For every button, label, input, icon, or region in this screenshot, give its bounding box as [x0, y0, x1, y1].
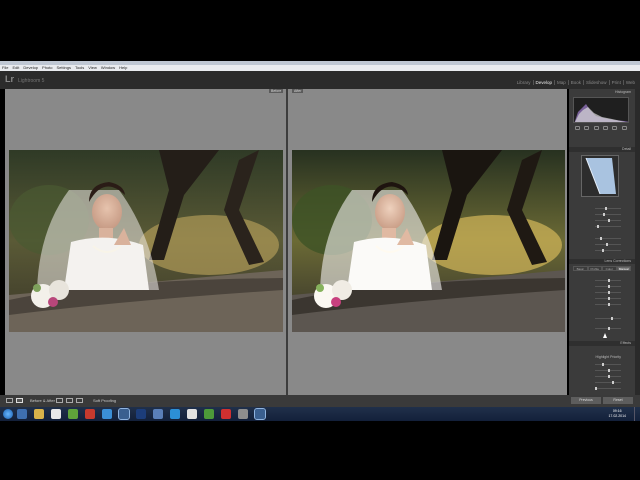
lens-tabs: Basic Profile Color Manual: [573, 266, 631, 271]
post-crop-roundness-slider[interactable]: [575, 375, 629, 378]
system-clock[interactable]: 09:16 17.02.2014: [608, 409, 626, 419]
effects-section-header[interactable]: Effects: [569, 341, 635, 346]
loupe-view-icon[interactable]: [6, 398, 13, 403]
word-icon[interactable]: [153, 409, 163, 419]
opera-icon[interactable]: [221, 409, 231, 419]
opera-like-icon[interactable]: [85, 409, 95, 419]
mouse-cursor: [603, 333, 607, 338]
rotate-slider[interactable]: [575, 297, 629, 300]
module-map[interactable]: Map: [554, 80, 568, 85]
crop-tool-icon[interactable]: [575, 126, 581, 130]
show-desktop-button[interactable]: [634, 407, 640, 421]
lens-section-header[interactable]: Lens Corrections: [569, 259, 635, 264]
ie-icon[interactable]: [17, 409, 27, 419]
chrome-icon[interactable]: [204, 409, 214, 419]
red-eye-icon[interactable]: [593, 126, 599, 130]
post-crop-amount-slider[interactable]: [575, 363, 629, 366]
noise-detail-slider[interactable]: [575, 243, 629, 246]
utorrent-icon[interactable]: [68, 409, 78, 419]
effects-title: Effects: [620, 341, 631, 345]
module-print[interactable]: Print: [608, 80, 623, 85]
tool-strip: [573, 126, 629, 131]
module-library[interactable]: Library: [515, 80, 533, 85]
detail-title: Detail: [622, 147, 631, 151]
histogram: [573, 97, 629, 123]
previous-button[interactable]: Previous: [571, 397, 601, 404]
module-slideshow[interactable]: Slideshow: [583, 80, 609, 85]
scale-slider[interactable]: [575, 303, 629, 306]
tab-manual[interactable]: Manual: [616, 266, 631, 271]
sharpen-masking-slider[interactable]: [575, 225, 629, 228]
before-after-view-icon[interactable]: [16, 398, 23, 403]
compare-view: Before After: [5, 89, 567, 395]
detail-section-header[interactable]: Detail: [569, 147, 635, 152]
develop-right-panel: Histogram Detail Lens Corrections Basic …: [569, 89, 635, 395]
module-develop[interactable]: Develop: [532, 80, 555, 85]
noise-color-slider[interactable]: [575, 249, 629, 252]
vignette-midpoint-slider[interactable]: [575, 327, 629, 330]
post-crop-feather-slider[interactable]: [575, 381, 629, 384]
notepad-icon[interactable]: [187, 409, 197, 419]
lightroom-task-icon[interactable]: [118, 408, 130, 420]
graduated-filter-icon[interactable]: [603, 126, 609, 130]
before-photo[interactable]: [9, 150, 283, 332]
spot-removal-icon[interactable]: [584, 126, 590, 130]
right-panel-scrollbar[interactable]: [635, 89, 640, 395]
lightroom-logo: Lr: [5, 74, 14, 84]
identity-plate-bar: Lr Lightroom 5 Library Develop Map Book …: [0, 71, 640, 89]
module-book[interactable]: Book: [567, 80, 583, 85]
radial-filter-icon[interactable]: [612, 126, 618, 130]
vertical-slider[interactable]: [575, 285, 629, 288]
soft-proofing-checkbox[interactable]: Soft Proofing: [93, 398, 116, 403]
clock-date: 17.02.2014: [608, 414, 626, 418]
document-icon[interactable]: [51, 409, 61, 419]
adjustment-brush-icon[interactable]: [621, 126, 627, 130]
noise-luminance-slider[interactable]: [575, 237, 629, 240]
grain-amount-slider[interactable]: [575, 387, 629, 390]
windows-taskbar: 09:16 17.02.2014: [0, 407, 640, 421]
after-photo[interactable]: [292, 150, 565, 332]
compare-divider: [286, 89, 288, 395]
copy-after-to-before-icon[interactable]: [76, 398, 83, 403]
tab-profile[interactable]: Profile: [587, 266, 602, 271]
swap-settings-icon[interactable]: [56, 398, 63, 403]
reset-button[interactable]: Reset: [603, 397, 633, 404]
module-picker: Library Develop Map Book Slideshow Print…: [515, 80, 637, 85]
media-icon[interactable]: [238, 409, 248, 419]
sharpen-detail-slider[interactable]: [575, 219, 629, 222]
distortion-slider[interactable]: [575, 279, 629, 282]
detail-preview[interactable]: [581, 155, 619, 197]
start-button[interactable]: [3, 409, 13, 419]
sharpen-amount-slider[interactable]: [575, 207, 629, 210]
copy-before-to-after-icon[interactable]: [66, 398, 73, 403]
tab-color[interactable]: Color: [602, 266, 617, 271]
post-crop-midpoint-slider[interactable]: [575, 369, 629, 372]
lens-corrections-title: Lens Corrections: [604, 259, 631, 263]
recorder-icon[interactable]: [254, 408, 266, 420]
after-label: After: [292, 89, 304, 93]
vignette-amount-slider[interactable]: [575, 317, 629, 320]
photoshop-icon[interactable]: [136, 409, 146, 419]
effects-style-value[interactable]: Highlight Priority: [596, 355, 621, 359]
explorer-icon[interactable]: [34, 409, 44, 419]
tab-basic[interactable]: Basic: [573, 266, 588, 271]
toolbar: Before & After : Soft Proofing Previous …: [0, 395, 640, 407]
before-label: Before: [269, 89, 284, 93]
module-web[interactable]: Web: [622, 80, 637, 85]
app-name: Lightroom 5: [18, 78, 45, 84]
sharpen-radius-slider[interactable]: [575, 213, 629, 216]
histogram-title[interactable]: Histogram: [615, 90, 631, 94]
horizontal-slider[interactable]: [575, 291, 629, 294]
before-after-label: Before & After :: [30, 398, 58, 403]
messenger-icon[interactable]: [170, 409, 180, 419]
skype-icon[interactable]: [102, 409, 112, 419]
